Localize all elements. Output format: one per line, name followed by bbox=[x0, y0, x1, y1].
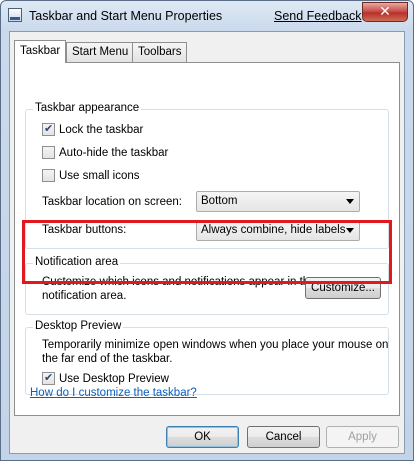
notification-area-heading: Notification area bbox=[33, 256, 121, 268]
desktop-preview-description-line1: Temporarily minimize open windows when y… bbox=[42, 339, 389, 351]
desktop-preview-heading: Desktop Preview bbox=[33, 320, 124, 332]
title-bar[interactable]: Taskbar and Start Menu Properties Send F… bbox=[1, 1, 413, 31]
taskbar-location-label: Taskbar location on screen: bbox=[42, 196, 182, 208]
notification-area-description-line2: notification area. bbox=[42, 290, 127, 302]
tab-label: Toolbars bbox=[138, 46, 182, 58]
tab-taskbar[interactable]: Taskbar bbox=[14, 40, 67, 63]
small-icons-checkbox[interactable]: Use small icons bbox=[42, 169, 140, 182]
use-desktop-preview-checkbox[interactable]: Use Desktop Preview bbox=[42, 371, 169, 385]
checkbox-label: Lock the taskbar bbox=[59, 123, 144, 136]
checkbox-label: Use small icons bbox=[59, 169, 140, 182]
checkbox-unchecked-icon bbox=[42, 146, 55, 159]
checkbox-checked-icon bbox=[42, 122, 55, 136]
chevron-down-icon bbox=[346, 228, 354, 233]
dropdown-value: Always combine, hide labels bbox=[201, 224, 346, 236]
dropdown-value: Bottom bbox=[201, 195, 238, 207]
send-feedback-link[interactable]: Send Feedback bbox=[274, 9, 362, 23]
window-title: Taskbar and Start Menu Properties bbox=[29, 9, 223, 23]
apply-button[interactable]: Apply bbox=[326, 426, 399, 448]
properties-window: Taskbar and Start Menu Properties Send F… bbox=[0, 0, 414, 461]
taskbar-tab-panel: Taskbar appearance Lock the taskbar Auto… bbox=[14, 62, 400, 416]
taskbar-buttons-dropdown[interactable]: Always combine, hide labels bbox=[196, 220, 360, 241]
taskbar-app-icon bbox=[8, 8, 22, 22]
tab-start-menu[interactable]: Start Menu bbox=[66, 42, 135, 62]
desktop-preview-group: Desktop Preview Temporarily minimize ope… bbox=[25, 320, 389, 395]
taskbar-location-dropdown[interactable]: Bottom bbox=[196, 191, 360, 212]
taskbar-buttons-label: Taskbar buttons: bbox=[42, 224, 127, 236]
notification-area-group: Notification area Customize which icons … bbox=[25, 256, 389, 315]
customize-button[interactable]: Customize... bbox=[305, 277, 381, 299]
checkbox-checked-icon bbox=[42, 371, 55, 385]
close-icon: ✕ bbox=[379, 3, 391, 19]
checkbox-label: Use Desktop Preview bbox=[59, 372, 169, 385]
checkbox-label: Auto-hide the taskbar bbox=[59, 146, 169, 159]
chevron-down-icon bbox=[346, 199, 354, 204]
tab-toolbars[interactable]: Toolbars bbox=[132, 42, 188, 62]
lock-taskbar-checkbox[interactable]: Lock the taskbar bbox=[42, 122, 144, 136]
close-button[interactable]: ✕ bbox=[362, 2, 408, 22]
checkbox-unchecked-icon bbox=[42, 169, 55, 182]
cancel-button[interactable]: Cancel bbox=[247, 426, 320, 448]
dialog-client-area: Taskbar Start Menu Toolbars Taskbar appe… bbox=[9, 31, 405, 454]
tab-label: Taskbar bbox=[20, 45, 61, 57]
help-customize-taskbar-link[interactable]: How do I customize the taskbar? bbox=[30, 387, 197, 399]
auto-hide-checkbox[interactable]: Auto-hide the taskbar bbox=[42, 146, 168, 159]
ok-button[interactable]: OK bbox=[166, 426, 239, 448]
taskbar-appearance-heading: Taskbar appearance bbox=[33, 102, 142, 114]
notification-area-description-line1: Customize which icons and notifications … bbox=[42, 276, 316, 288]
tab-label: Start Menu bbox=[72, 46, 129, 58]
taskbar-appearance-group: Taskbar appearance Lock the taskbar Auto… bbox=[25, 102, 389, 249]
desktop-preview-description-line2: the far end of the taskbar. bbox=[42, 353, 173, 365]
